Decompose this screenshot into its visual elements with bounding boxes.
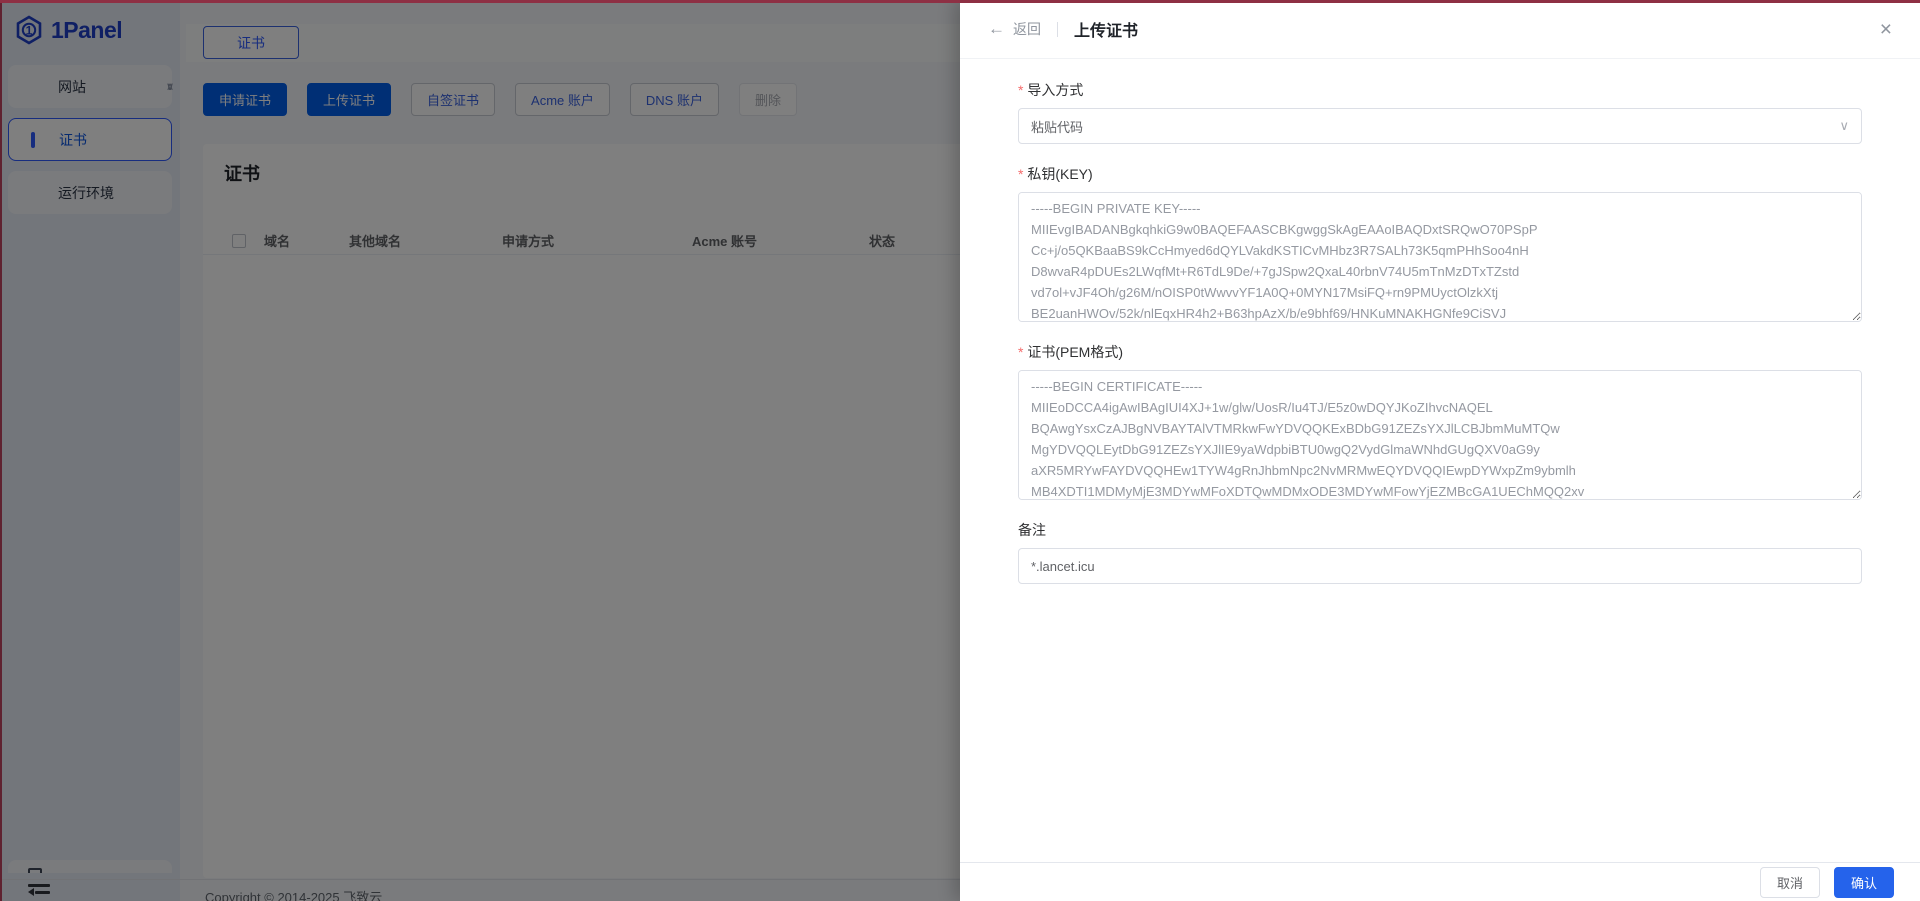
drawer-title: 上传证书 xyxy=(1074,17,1138,41)
private-key-label: 私钥(KEY) xyxy=(1018,164,1862,184)
app-root: 1 1Panel ⌂概览⊞应用商店⊕网站∧网站证书运行环境◉AI∨≣数据库⊛容器… xyxy=(0,0,1920,901)
back-arrow-icon[interactable]: ← xyxy=(988,19,1005,39)
import-method-value: 粘贴代码 xyxy=(1031,117,1083,136)
import-method-label: 导入方式 xyxy=(1018,80,1862,100)
upload-cert-drawer: ← 返回 上传证书 × 导入方式 粘贴代码 ∨ 私钥(KEY) -----BEG… xyxy=(960,0,1920,901)
private-key-textarea[interactable]: -----BEGIN PRIVATE KEY----- MIIEvgIBADAN… xyxy=(1018,192,1862,322)
confirm-button[interactable]: 确认 xyxy=(1834,867,1894,898)
drawer-header: ← 返回 上传证书 × xyxy=(960,0,1920,59)
cancel-button[interactable]: 取消 xyxy=(1760,867,1820,898)
certificate-pem-textarea[interactable]: -----BEGIN CERTIFICATE----- MIIEoDCCA4ig… xyxy=(1018,370,1862,500)
back-button[interactable]: 返回 xyxy=(1013,19,1041,39)
close-icon[interactable]: × xyxy=(1880,19,1892,40)
screen-left-edge xyxy=(0,3,2,901)
note-input[interactable] xyxy=(1018,548,1862,584)
chevron-down-icon: ∨ xyxy=(1839,118,1849,134)
note-label: 备注 xyxy=(1018,520,1862,540)
import-method-select[interactable]: 粘贴代码 ∨ xyxy=(1018,108,1862,144)
drawer-body: 导入方式 粘贴代码 ∨ 私钥(KEY) -----BEGIN PRIVATE K… xyxy=(960,59,1920,584)
drawer-footer: 取消 确认 xyxy=(960,862,1920,901)
header-divider xyxy=(1057,22,1058,37)
screen-top-edge xyxy=(0,0,1920,3)
certificate-pem-label: 证书(PEM格式) xyxy=(1018,342,1862,362)
